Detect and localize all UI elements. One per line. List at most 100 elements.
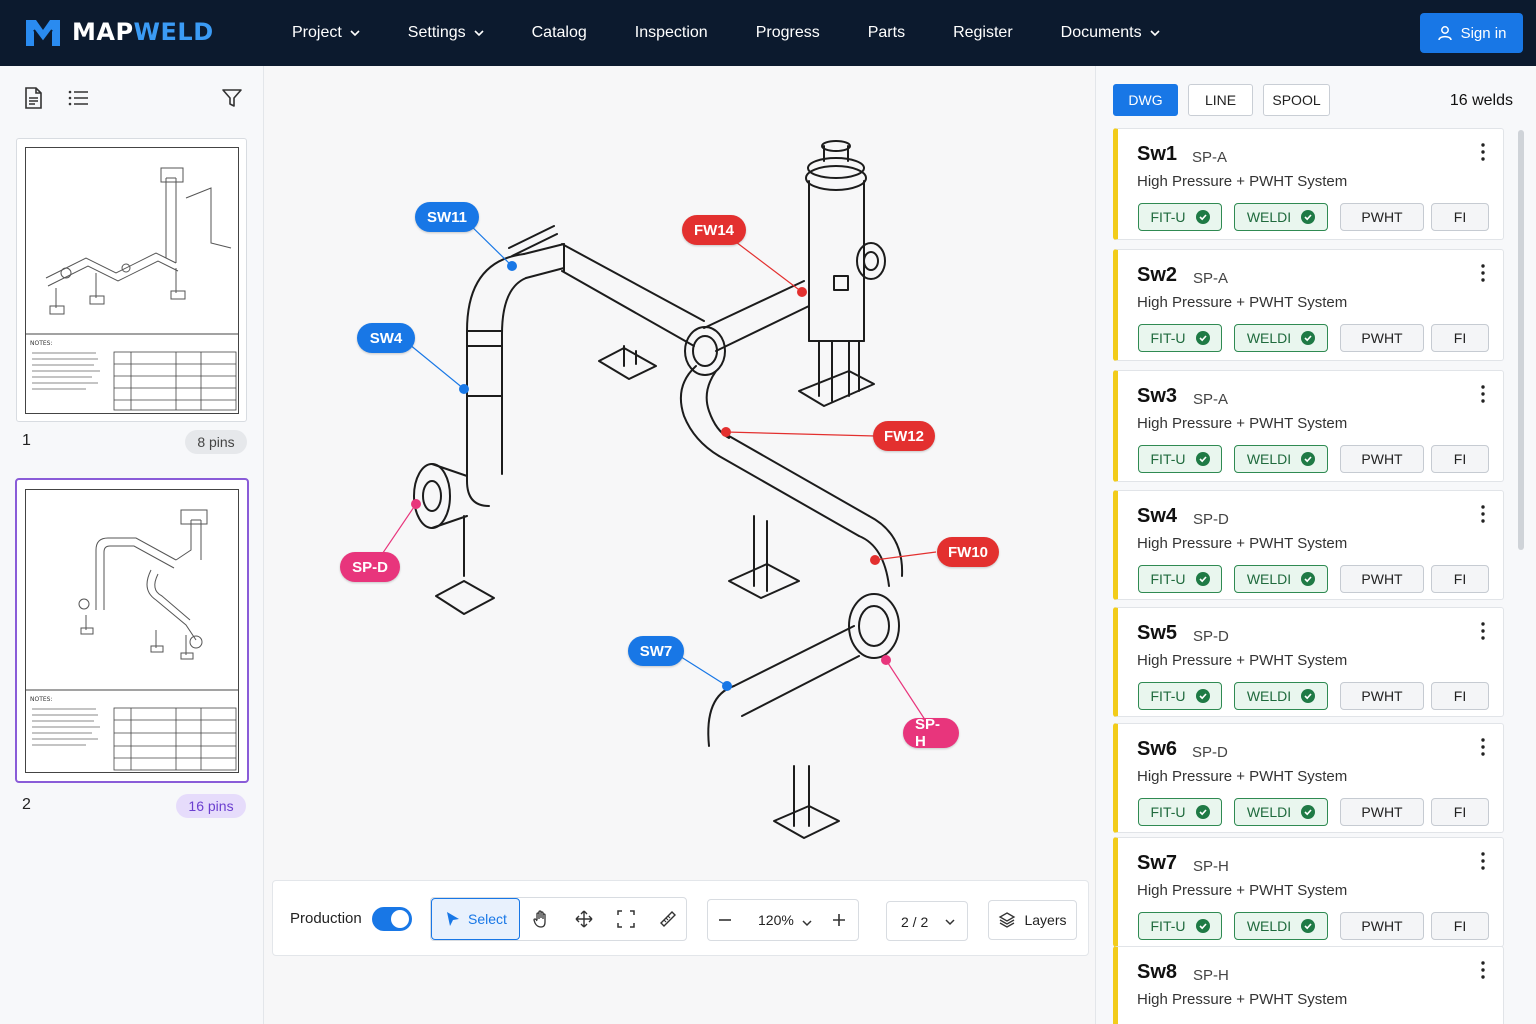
nav-catalog[interactable]: Catalog	[508, 0, 611, 66]
more-options-icon[interactable]	[1481, 622, 1485, 640]
document-icon[interactable]	[21, 86, 45, 110]
tab-line[interactable]: LINE	[1188, 84, 1253, 116]
weld-id: Sw6	[1137, 738, 1178, 760]
more-options-icon[interactable]	[1481, 143, 1485, 161]
pin-sw11[interactable]: SW11	[415, 202, 479, 232]
step-chip-fit-u[interactable]: FIT-U	[1138, 324, 1222, 352]
more-options-icon[interactable]	[1481, 505, 1485, 523]
nav-settings[interactable]: Settings	[384, 0, 508, 66]
weld-card[interactable]: Sw6 SP-D High Pressure + PWHT System FIT-U W…	[1113, 723, 1504, 833]
nav-inspection[interactable]: Inspection	[611, 0, 732, 66]
zoom-level[interactable]: 120%	[758, 912, 794, 928]
page-selector[interactable]: 2 / 2	[886, 901, 968, 941]
weld-card[interactable]: Sw2 SP-A High Pressure + PWHT System FIT-U W…	[1113, 249, 1504, 361]
step-chip-fi[interactable]: FI	[1431, 912, 1489, 940]
scrollbar[interactable]	[1518, 130, 1524, 550]
pin-fw14[interactable]: FW14	[682, 215, 746, 245]
weld-card[interactable]: Sw3 SP-A High Pressure + PWHT System FIT-U W…	[1113, 370, 1504, 482]
layers-button[interactable]: Layers	[988, 900, 1077, 940]
step-chip-pwht[interactable]: PWHT	[1340, 203, 1424, 231]
zoom-in-icon[interactable]	[831, 912, 847, 928]
step-chip-pwht[interactable]: PWHT	[1340, 445, 1424, 473]
step-chip-weldi[interactable]: WELDI	[1234, 203, 1328, 231]
step-chip-weldi[interactable]: WELDI	[1234, 912, 1328, 940]
weld-id: Sw4	[1137, 505, 1178, 527]
step-label: WELDI	[1246, 451, 1292, 467]
weld-card[interactable]: Sw4 SP-D High Pressure + PWHT System FIT-U W…	[1113, 490, 1504, 600]
nav-documents[interactable]: Documents	[1037, 0, 1184, 66]
nav-register[interactable]: Register	[929, 0, 1037, 66]
step-label: WELDI	[1246, 571, 1292, 587]
weld-description: High Pressure + PWHT System	[1137, 768, 1348, 785]
step-chip-fit-u[interactable]: FIT-U	[1138, 912, 1222, 940]
page-thumbnail-2[interactable]: NOTES:	[15, 478, 249, 783]
more-options-icon[interactable]	[1481, 961, 1485, 979]
tab-spool[interactable]: SPOOL	[1263, 84, 1330, 116]
step-chip-fi[interactable]: FI	[1431, 682, 1489, 710]
weld-description: High Pressure + PWHT System	[1137, 991, 1348, 1008]
pin-fw12[interactable]: FW12	[873, 421, 935, 451]
page-thumbnail-1[interactable]: NOTES:	[16, 138, 247, 422]
more-options-icon[interactable]	[1481, 264, 1485, 282]
hand-icon[interactable]	[531, 909, 551, 929]
step-chip-weldi[interactable]: WELDI	[1234, 324, 1328, 352]
weld-description: High Pressure + PWHT System	[1137, 415, 1348, 432]
step-chip-pwht[interactable]: PWHT	[1340, 565, 1424, 593]
weld-spool: SP-H	[1193, 967, 1229, 984]
chevron-down-icon[interactable]	[802, 918, 812, 928]
step-label: WELDI	[1246, 330, 1292, 346]
weld-card[interactable]: Sw5 SP-D High Pressure + PWHT System FIT-U W…	[1113, 607, 1504, 717]
select-tool-button[interactable]: Select	[431, 898, 520, 940]
pin-fw10[interactable]: FW10	[937, 537, 999, 567]
filter-icon[interactable]	[220, 86, 244, 110]
more-options-icon[interactable]	[1481, 385, 1485, 403]
nav-parts[interactable]: Parts	[844, 0, 929, 66]
step-chip-fit-u[interactable]: FIT-U	[1138, 682, 1222, 710]
more-options-icon[interactable]	[1481, 852, 1485, 870]
ruler-icon[interactable]	[658, 909, 678, 929]
weld-card[interactable]: Sw8 SP-H High Pressure + PWHT System	[1113, 946, 1504, 1024]
step-chip-fi[interactable]: FI	[1431, 565, 1489, 593]
brand-logo[interactable]: MAPWELD	[24, 16, 214, 48]
step-chip-fi[interactable]: FI	[1431, 324, 1489, 352]
tab-dwg[interactable]: DWG	[1113, 84, 1178, 116]
step-chip-fi[interactable]: FI	[1431, 203, 1489, 231]
move-icon[interactable]	[574, 909, 594, 929]
step-label: FIT-U	[1150, 451, 1186, 467]
step-chip-pwht[interactable]: PWHT	[1340, 324, 1424, 352]
weld-card[interactable]: Sw1 SP-A High Pressure + PWHT System FIT-U W…	[1113, 128, 1504, 240]
nav-progress[interactable]: Progress	[732, 0, 844, 66]
more-options-icon[interactable]	[1481, 738, 1485, 756]
step-chip-fit-u[interactable]: FIT-U	[1138, 445, 1222, 473]
step-chip-pwht[interactable]: PWHT	[1340, 798, 1424, 826]
step-chip-fi[interactable]: FI	[1431, 445, 1489, 473]
step-chip-weldi[interactable]: WELDI	[1234, 682, 1328, 710]
thumbnail-toolbar	[0, 66, 264, 130]
step-label: FIT-U	[1150, 571, 1186, 587]
weld-spool: SP-H	[1193, 858, 1229, 875]
zoom-out-icon[interactable]	[717, 912, 733, 928]
step-chip-fi[interactable]: FI	[1431, 798, 1489, 826]
pin-sp-d[interactable]: SP-D	[340, 552, 400, 582]
pin-sw4[interactable]: SW4	[357, 323, 415, 353]
pin-sp-h[interactable]: SP-H	[903, 716, 959, 750]
step-chip-weldi[interactable]: WELDI	[1234, 565, 1328, 593]
brand-name: MAPWELD	[72, 18, 214, 46]
pin-sw7[interactable]: SW7	[628, 636, 684, 666]
step-chip-fit-u[interactable]: FIT-U	[1138, 203, 1222, 231]
production-toggle[interactable]	[372, 907, 412, 931]
step-label: PWHT	[1361, 330, 1403, 346]
fit-screen-icon[interactable]	[616, 909, 636, 929]
step-chip-pwht[interactable]: PWHT	[1340, 912, 1424, 940]
list-icon[interactable]	[67, 86, 91, 110]
drawing-preview: NOTES:	[25, 489, 239, 773]
sign-in-button[interactable]: Sign in	[1420, 13, 1523, 53]
step-chip-pwht[interactable]: PWHT	[1340, 682, 1424, 710]
step-chip-weldi[interactable]: WELDI	[1234, 798, 1328, 826]
weld-card[interactable]: Sw7 SP-H High Pressure + PWHT System FIT-U W…	[1113, 837, 1504, 947]
step-chip-fit-u[interactable]: FIT-U	[1138, 565, 1222, 593]
step-chip-fit-u[interactable]: FIT-U	[1138, 798, 1222, 826]
weld-description: High Pressure + PWHT System	[1137, 652, 1348, 669]
nav-project[interactable]: Project	[268, 0, 384, 66]
step-chip-weldi[interactable]: WELDI	[1234, 445, 1328, 473]
